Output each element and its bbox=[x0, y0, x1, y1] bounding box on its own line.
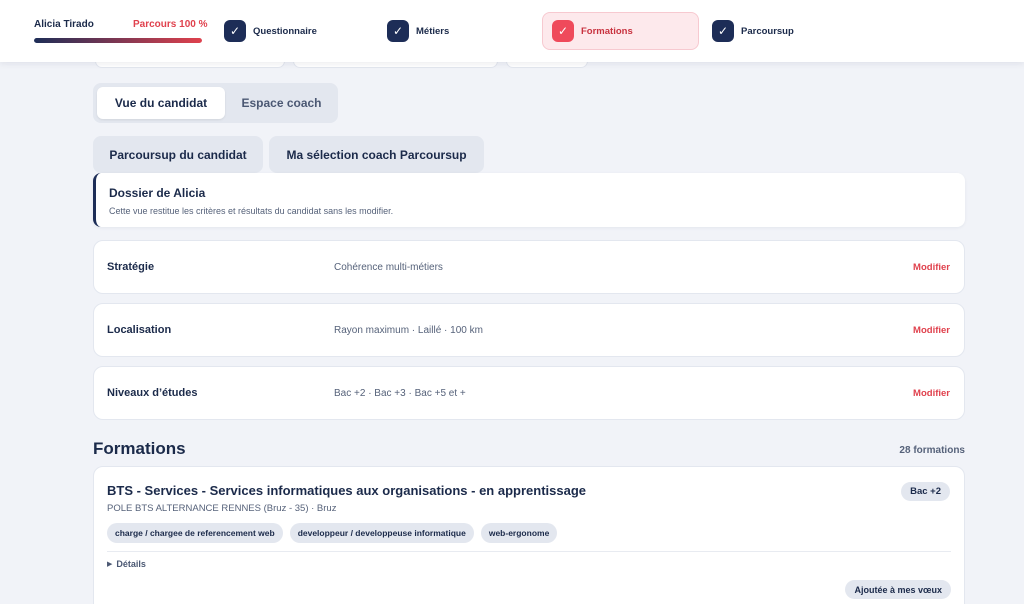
criteria-label: Stratégie bbox=[107, 261, 155, 273]
job-tags: charge / chargee de referencement web de… bbox=[107, 523, 558, 543]
criteria-row-strategy: Stratégie Cohérence multi-métiers Modifi… bbox=[93, 240, 965, 294]
formation-school: POLE BTS ALTERNANCE RENNES (Bruz - 35) ·… bbox=[107, 503, 337, 514]
top-bar: Alicia Tirado Parcours 100 % ✓ Questionn… bbox=[0, 0, 1024, 62]
step-metiers[interactable]: ✓ Métiers bbox=[387, 12, 449, 50]
details-toggle[interactable]: ▶ Détails bbox=[107, 559, 146, 569]
formation-title: BTS - Services - Services informatiques … bbox=[107, 483, 586, 498]
formations-heading: Formations bbox=[93, 439, 186, 458]
criteria-value: Rayon maximum · Laillé · 100 km bbox=[334, 325, 483, 336]
tab-candidate-parcoursup[interactable]: Parcoursup du candidat bbox=[93, 136, 263, 173]
step-label: Métiers bbox=[416, 25, 450, 37]
criteria-label: Niveaux d’études bbox=[107, 387, 198, 399]
divider bbox=[107, 551, 951, 552]
details-label: Détails bbox=[116, 559, 146, 569]
level-badge: Bac +2 bbox=[901, 482, 950, 501]
criteria-row-study-levels: Niveaux d’études Bac +2 · Bac +3 · Bac +… bbox=[93, 366, 965, 420]
step-label: Questionnaire bbox=[253, 25, 317, 37]
criteria-row-location: Localisation Rayon maximum · Laillé · 10… bbox=[93, 303, 965, 357]
candidate-file-card: Dossier de Alicia Cette vue restitue les… bbox=[93, 173, 965, 227]
check-icon: ✓ bbox=[224, 20, 246, 42]
user-name: Alicia Tirado bbox=[34, 19, 94, 30]
progress-label: Parcours 100 % bbox=[133, 19, 208, 30]
check-icon: ✓ bbox=[387, 20, 409, 42]
edit-strategy-button[interactable]: Modifier bbox=[913, 262, 950, 273]
added-to-wishes-badge[interactable]: Ajoutée à mes vœux bbox=[845, 580, 951, 599]
progress-fill bbox=[34, 38, 202, 43]
check-icon: ✓ bbox=[712, 20, 734, 42]
progress-bar bbox=[34, 38, 202, 43]
step-formations[interactable]: ✓ Formations bbox=[542, 12, 699, 50]
tab-coach-selection[interactable]: Ma sélection coach Parcoursup bbox=[269, 136, 484, 173]
formations-count: 28 formations bbox=[899, 445, 965, 456]
criteria-label: Localisation bbox=[107, 324, 172, 336]
job-tag: web-ergonome bbox=[480, 523, 558, 543]
check-icon: ✓ bbox=[552, 20, 574, 42]
caret-right-icon: ▶ bbox=[107, 561, 113, 568]
tab-candidate-view[interactable]: Vue du candidat bbox=[97, 87, 225, 119]
criteria-value: Cohérence multi-métiers bbox=[334, 262, 443, 273]
step-label: Formations bbox=[581, 25, 633, 37]
edit-location-button[interactable]: Modifier bbox=[913, 325, 950, 336]
tab-coach-space[interactable]: Espace coach bbox=[229, 87, 334, 119]
view-switch: Vue du candidat Espace coach bbox=[93, 83, 338, 123]
criteria-value: Bac +2 · Bac +3 · Bac +5 et + bbox=[334, 388, 466, 399]
job-tag: charge / chargee de referencement web bbox=[107, 523, 283, 543]
step-parcoursup[interactable]: ✓ Parcoursup bbox=[712, 12, 794, 50]
edit-study-levels-button[interactable]: Modifier bbox=[913, 388, 950, 399]
candidate-file-title: Dossier de Alicia bbox=[109, 186, 206, 200]
step-questionnaire[interactable]: ✓ Questionnaire bbox=[224, 12, 317, 50]
candidate-file-description: Cette vue restitue les critères et résul… bbox=[109, 206, 394, 216]
step-label: Parcoursup bbox=[741, 25, 794, 37]
formation-card: BTS - Services - Services informatiques … bbox=[93, 466, 965, 604]
job-tag: developpeur / developpeuse informatique bbox=[289, 523, 474, 543]
